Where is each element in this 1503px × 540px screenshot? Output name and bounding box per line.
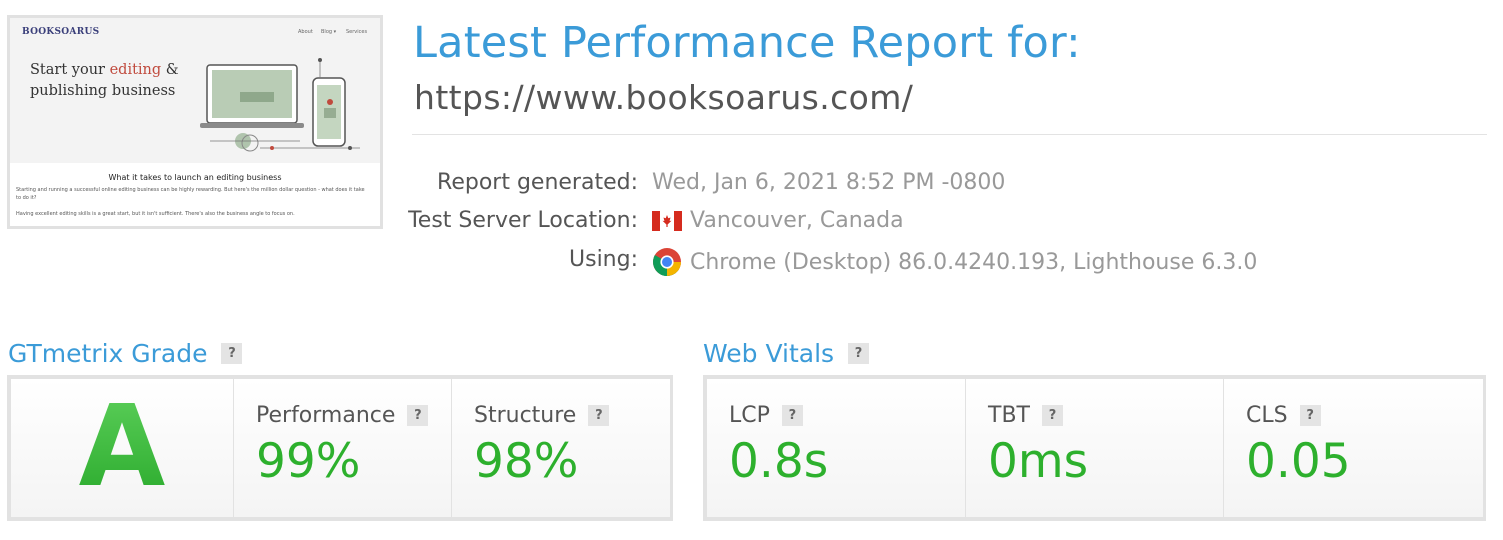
tbt-label: TBT ? xyxy=(988,403,1063,428)
meta-row-using: Using: Chrome (Desktop) 86.0.4240.193, L… xyxy=(412,247,1412,281)
gtmetrix-grade-card: A Performance ? 99% Structure ? 98% xyxy=(7,375,673,521)
thumbnail-logo: BOOKSOARUS xyxy=(22,27,100,37)
web-vitals-heading: Web Vitals ? xyxy=(703,339,870,368)
performance-score: 99% xyxy=(256,434,361,489)
meta-value: Vancouver, Canada xyxy=(652,208,904,233)
thumbnail-nav-services: Services xyxy=(346,29,368,35)
meta-row-report-generated: Report generated: Wed, Jan 6, 2021 8:52 … xyxy=(412,170,1412,204)
thumbnail-nav-about: About xyxy=(298,29,313,35)
tbt-value: 0ms xyxy=(988,434,1089,489)
thumbnail-section-title: What it takes to launch an editing busin… xyxy=(108,173,282,182)
meta-label: Report generated: xyxy=(437,170,638,195)
thumbnail-headline: Start your editing & publishing business xyxy=(30,62,179,99)
structure-label: Structure ? xyxy=(474,403,610,428)
meta-label: Test Server Location: xyxy=(408,208,638,233)
lcp-value: 0.8s xyxy=(729,434,829,489)
header-divider xyxy=(412,134,1487,135)
report-url[interactable]: https://www.booksoarus.com/ xyxy=(414,78,913,117)
thumbnail-hero: BOOKSOARUS About Blog ▾ Services Start y… xyxy=(10,18,380,163)
thumbnail-nav-blog: Blog ▾ xyxy=(321,29,337,35)
thumbnail-paragraph: Having excellent editing skills is a gre… xyxy=(16,211,295,217)
gtmetrix-grade-heading: GTmetrix Grade ? xyxy=(8,339,243,368)
meta-row-server-location: Test Server Location: Vancouver, Canada xyxy=(408,208,1412,242)
laptop-phone-illustration xyxy=(200,58,360,152)
canada-flag-icon xyxy=(652,210,682,231)
grade-letter: A xyxy=(11,387,233,507)
report-title: Latest Performance Report for: xyxy=(413,18,1081,68)
tbt-cell: TBT ? 0ms xyxy=(965,379,1224,517)
help-icon[interactable]: ? xyxy=(221,343,243,364)
cls-value: 0.05 xyxy=(1246,434,1351,489)
lcp-cell: LCP ? 0.8s xyxy=(707,379,965,517)
meta-label: Using: xyxy=(569,247,638,272)
cls-label: CLS ? xyxy=(1246,403,1321,428)
grade-cell: A xyxy=(11,379,233,517)
performance-label: Performance ? xyxy=(256,403,429,428)
structure-cell: Structure ? 98% xyxy=(451,379,670,517)
cls-cell: CLS ? 0.05 xyxy=(1223,379,1483,517)
help-icon[interactable]: ? xyxy=(848,343,870,364)
help-icon[interactable]: ? xyxy=(1299,405,1321,426)
lcp-label: LCP ? xyxy=(729,403,803,428)
help-icon[interactable]: ? xyxy=(588,405,610,426)
chrome-icon xyxy=(652,247,682,277)
site-screenshot-thumbnail[interactable]: BOOKSOARUS About Blog ▾ Services Start y… xyxy=(7,15,383,229)
meta-value: Wed, Jan 6, 2021 8:52 PM -0800 xyxy=(652,170,1006,195)
help-icon[interactable]: ? xyxy=(1041,405,1063,426)
structure-score: 98% xyxy=(474,434,579,489)
performance-cell: Performance ? 99% xyxy=(233,379,452,517)
meta-value: Chrome (Desktop) 86.0.4240.193, Lighthou… xyxy=(652,247,1257,277)
web-vitals-card: LCP ? 0.8s TBT ? 0ms CLS ? 0.05 xyxy=(703,375,1486,521)
help-icon[interactable]: ? xyxy=(781,405,803,426)
help-icon[interactable]: ? xyxy=(407,405,429,426)
thumbnail-paragraph: Starting and running a successful online… xyxy=(16,187,365,201)
